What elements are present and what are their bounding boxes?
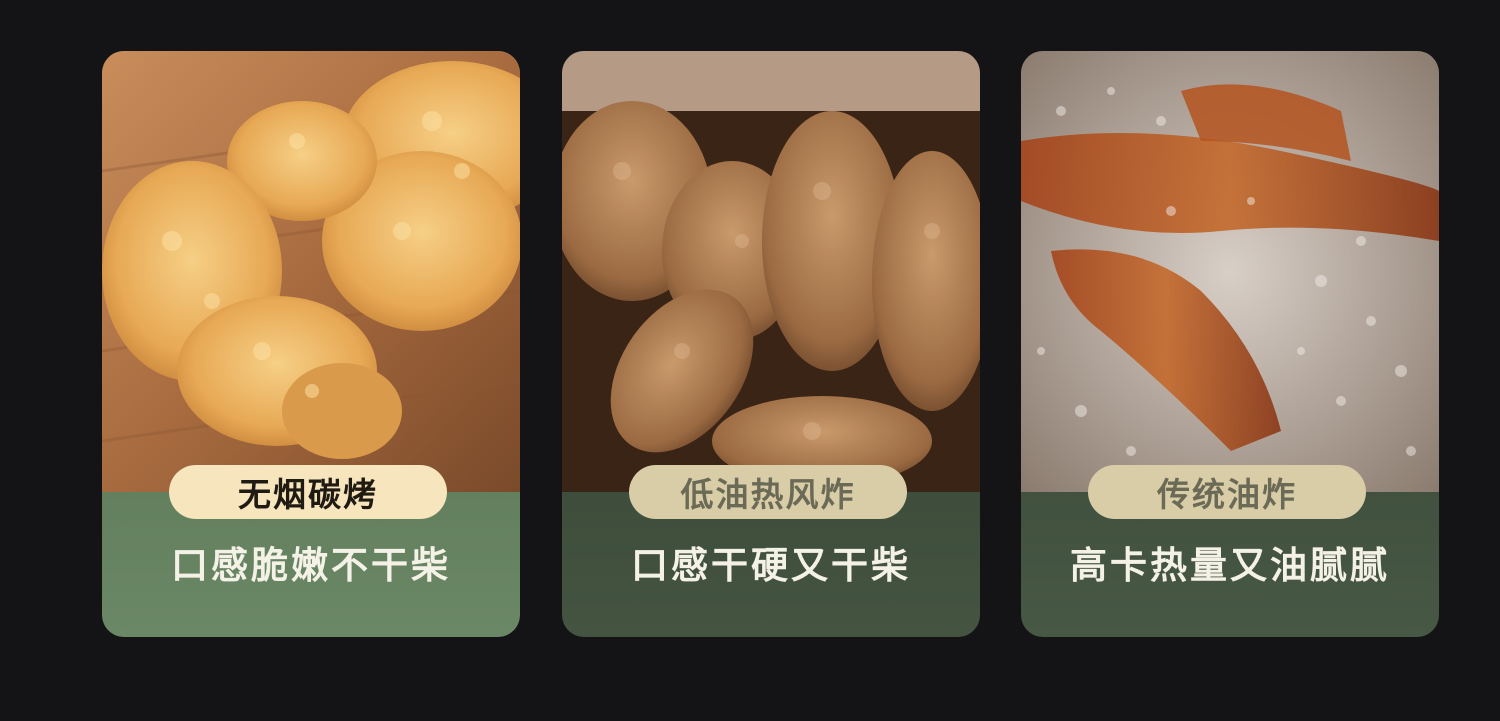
comparison-card-charcoal: 无烟碳烤 口感脆嫩不干柴 bbox=[102, 51, 520, 637]
comparison-card-deep-fry: 传统油炸 高卡热量又油腻腻 bbox=[1021, 51, 1439, 637]
method-description: 口感干硬又干柴 bbox=[631, 544, 911, 587]
method-label-pill: 无烟碳烤 bbox=[169, 465, 447, 519]
method-label-pill: 传统油炸 bbox=[1088, 465, 1366, 519]
comparison-card-air-fryer: 低油热风炸 口感干硬又干柴 bbox=[562, 51, 980, 637]
air-fried-wings-photo bbox=[562, 51, 980, 492]
method-description: 高卡热量又油腻腻 bbox=[1070, 544, 1390, 587]
fried-chicken-photo bbox=[102, 51, 520, 492]
method-label-pill: 低油热风炸 bbox=[629, 465, 907, 519]
method-description: 口感脆嫩不干柴 bbox=[171, 544, 451, 587]
deep-frying-oil-photo bbox=[1021, 51, 1439, 492]
